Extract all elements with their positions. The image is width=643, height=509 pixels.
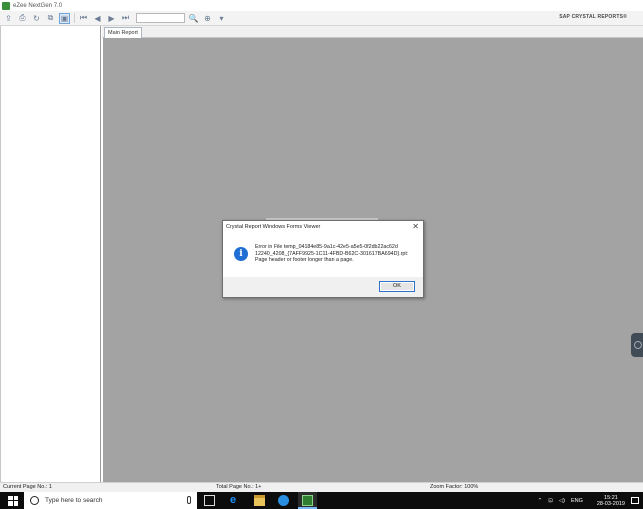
ezee-app-icon[interactable]	[302, 495, 313, 506]
window-title: eZee NextGen 7.0	[13, 2, 63, 9]
previous-page-icon[interactable]: ◀	[92, 13, 103, 24]
refresh-icon[interactable]: ↻	[31, 13, 42, 24]
app-icon	[2, 1, 10, 10]
edge-browser-icon[interactable]: e	[230, 495, 241, 506]
file-explorer-icon[interactable]	[254, 495, 265, 506]
error-dialog: Crystal Report Windows Forms Viewer ✕ i …	[222, 220, 424, 298]
taskbar-search[interactable]: Type here to search	[24, 492, 197, 509]
page-number-input[interactable]	[136, 13, 185, 23]
title-bar: eZee NextGen 7.0	[0, 0, 643, 11]
tab-main-report[interactable]: Main Report	[104, 27, 142, 38]
language-indicator[interactable]: ENG	[571, 498, 583, 504]
microphone-icon[interactable]	[187, 496, 191, 504]
search-icon	[30, 496, 39, 505]
zoom-dropdown-chevron-icon[interactable]: ▾	[216, 13, 227, 24]
info-icon: i	[234, 247, 248, 261]
report-tabs: Main Report	[102, 26, 643, 38]
total-page-status: Total Page No.: 1+	[216, 484, 262, 490]
find-icon[interactable]: 🔍	[188, 13, 199, 24]
last-page-icon[interactable]: ⏭	[120, 13, 131, 24]
zoom-factor-status: Zoom Factor: 100%	[430, 484, 479, 490]
system-tray: ⌃ ⊡ ◁) ENG 15:21 28-03-2019	[532, 492, 639, 509]
tray-chevron-icon[interactable]: ⌃	[538, 498, 543, 504]
status-bar: Current Page No.: 1 Total Page No.: 1+ Z…	[0, 482, 643, 492]
export-icon[interactable]: ⇪	[3, 13, 14, 24]
crystal-reports-brand: SAP CRYSTAL REPORTS®	[559, 14, 627, 20]
chat-app-icon[interactable]	[278, 495, 289, 506]
volume-icon[interactable]: ◁)	[559, 498, 565, 504]
dialog-footer: OK	[223, 277, 423, 297]
side-panel-handle[interactable]	[631, 333, 643, 357]
task-view-icon[interactable]	[204, 495, 215, 506]
network-icon[interactable]: ⊡	[548, 498, 553, 504]
next-page-icon[interactable]: ▶	[106, 13, 117, 24]
zoom-icon[interactable]: ⊕	[202, 13, 213, 24]
clock-date: 28-03-2019	[596, 500, 625, 507]
taskbar: Type here to search e ⌃ ⊡ ◁) ENG 15:21 2…	[0, 492, 643, 509]
toggle-group-tree-icon[interactable]: ▣	[59, 12, 70, 24]
group-tree-panel[interactable]	[0, 26, 101, 482]
dialog-message: Error in File temp_04184e85-9a1c-42e5-a5…	[255, 244, 423, 264]
windows-start-icon[interactable]	[8, 495, 18, 506]
notification-icon[interactable]	[631, 497, 639, 504]
first-page-icon[interactable]: ⏮	[78, 13, 89, 24]
dialog-message-line: Page header or footer longer than a page…	[255, 257, 354, 264]
close-icon[interactable]: ✕	[412, 222, 419, 232]
toolbar-divider	[74, 13, 75, 23]
search-placeholder: Type here to search	[45, 497, 103, 504]
print-icon[interactable]: ⎙	[17, 13, 28, 24]
report-toolbar: ⇪ ⎙ ↻ ⧉ ▣ ⏮ ◀ ▶ ⏭ 🔍 ⊕ ▾ SAP CRYSTAL REPO…	[0, 11, 643, 26]
dialog-message-line: 12240_4208_{7AFF9925-1C11-4FBD-B62C-3016…	[255, 250, 409, 257]
clock[interactable]: 15:21 28-03-2019	[591, 495, 625, 507]
current-page-status: Current Page No.: 1	[3, 484, 52, 490]
ok-button[interactable]: OK	[379, 281, 415, 292]
dialog-title: Crystal Report Windows Forms Viewer	[226, 224, 321, 230]
copy-icon[interactable]: ⧉	[45, 13, 56, 24]
dialog-message-line: Error in File temp_04184e85-9a1c-42e5-a5…	[255, 244, 398, 250]
